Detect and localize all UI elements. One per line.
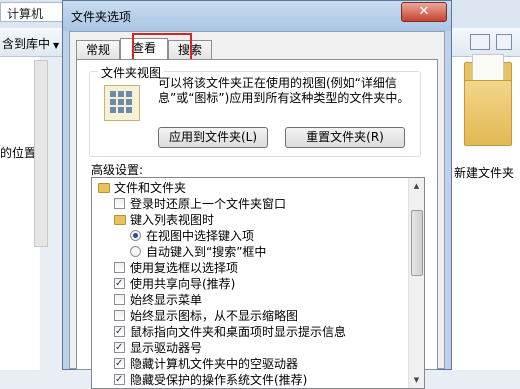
checkbox[interactable] (114, 262, 125, 273)
folder-icon (114, 215, 126, 225)
setting-label: 鼠标指向文件夹和桌面项时显示提示信息 (130, 325, 347, 339)
folder-options-dialog: 文件夹选项 ✕ 常规 搜索 查看 文件夹视图 可以将该文件夹正在使用的视图(例如… (62, 0, 452, 389)
setting-label: 隐藏受保护的操作系统文件(推荐) (130, 373, 308, 387)
checkbox[interactable] (114, 294, 125, 305)
setting-label: 始终显示图标，从不显示缩略图 (130, 309, 299, 323)
checkbox[interactable] (114, 198, 125, 209)
close-button[interactable]: ✕ (401, 2, 447, 22)
view-tab-panel: 文件夹视图 可以将该文件夹正在使用的视图(例如“详细信息”或“图标”)应用到所有… (76, 59, 438, 389)
checkbox[interactable] (114, 356, 125, 372)
tab-general[interactable]: 常规 (76, 40, 120, 60)
include-in-library-button[interactable]: 含到库中 ▼ (2, 35, 59, 52)
dialog-titlebar[interactable]: 文件夹选项 ✕ (63, 1, 451, 31)
folder-view-icon (104, 85, 140, 121)
setting-label: 在视图中选择键入项 (146, 229, 255, 243)
folder-icon[interactable] (462, 54, 512, 154)
advanced-settings-label: 高级设置: (91, 163, 144, 177)
setting-label: 使用共享向导(推荐) (130, 277, 236, 291)
scrollbar-thumb[interactable] (411, 210, 423, 276)
checkbox[interactable] (114, 310, 125, 321)
dialog-client: 常规 搜索 查看 文件夹视图 可以将该文件夹正在使用的视图(例如“详细信息”或“… (69, 31, 445, 389)
setting-label: 文件和文件夹 (114, 181, 187, 195)
setting-label: 显示驱动器号 (130, 341, 203, 355)
setting-label: 始终显示菜单 (130, 293, 203, 307)
reset-folders-button[interactable]: 重置文件夹(R) (285, 127, 405, 148)
checkbox[interactable] (114, 340, 125, 356)
radio-button[interactable] (130, 230, 141, 241)
apply-to-folders-button[interactable]: 应用到文件夹(L) (158, 127, 268, 148)
advanced-scrollbar[interactable]: ▲ ▼ (408, 178, 424, 388)
setting-label: 自动键入到“搜索”框中 (146, 245, 267, 259)
folder-views-group: 文件夹视图 可以将该文件夹正在使用的视图(例如“详细信息”或“图标”)应用到所有… (89, 64, 421, 157)
chevron-down-icon: ▼ (53, 41, 60, 50)
nav-scrollbar[interactable] (34, 60, 48, 247)
scroll-down-icon[interactable]: ▼ (410, 373, 423, 387)
scroll-up-icon[interactable]: ▲ (410, 179, 423, 193)
dialog-title: 文件夹选项 (71, 10, 132, 24)
close-icon: ✕ (418, 4, 430, 19)
checkbox[interactable] (114, 324, 125, 340)
setting-label: 登录时还原上一个文件夹窗口 (130, 197, 287, 211)
checkbox[interactable] (114, 372, 125, 388)
radio-button[interactable] (130, 246, 141, 257)
advanced-settings-list[interactable]: 文件和文件夹登录时还原上一个文件夹窗口 键入列表视图时在视图中选择键入项 自动键入到… (91, 177, 425, 389)
checkbox[interactable] (114, 276, 125, 292)
folder-icon (98, 183, 110, 193)
new-folder-label[interactable]: 新建文件夹 (454, 164, 514, 181)
address-text: 计算机 (7, 7, 44, 21)
view-options-icon[interactable] (470, 34, 490, 50)
folder-views-description: 可以将该文件夹正在使用的视图(例如“详细信息”或“图标”)应用到所有这种类型的文… (158, 76, 410, 105)
folder-views-legend: 文件夹视图 (98, 64, 165, 81)
setting-label: 使用复选框以选择项 (130, 261, 239, 275)
preview-pane-icon[interactable] (496, 34, 512, 50)
setting-label: 键入列表视图时 (130, 213, 215, 227)
nav-location-text[interactable]: 的位置 (0, 144, 36, 161)
